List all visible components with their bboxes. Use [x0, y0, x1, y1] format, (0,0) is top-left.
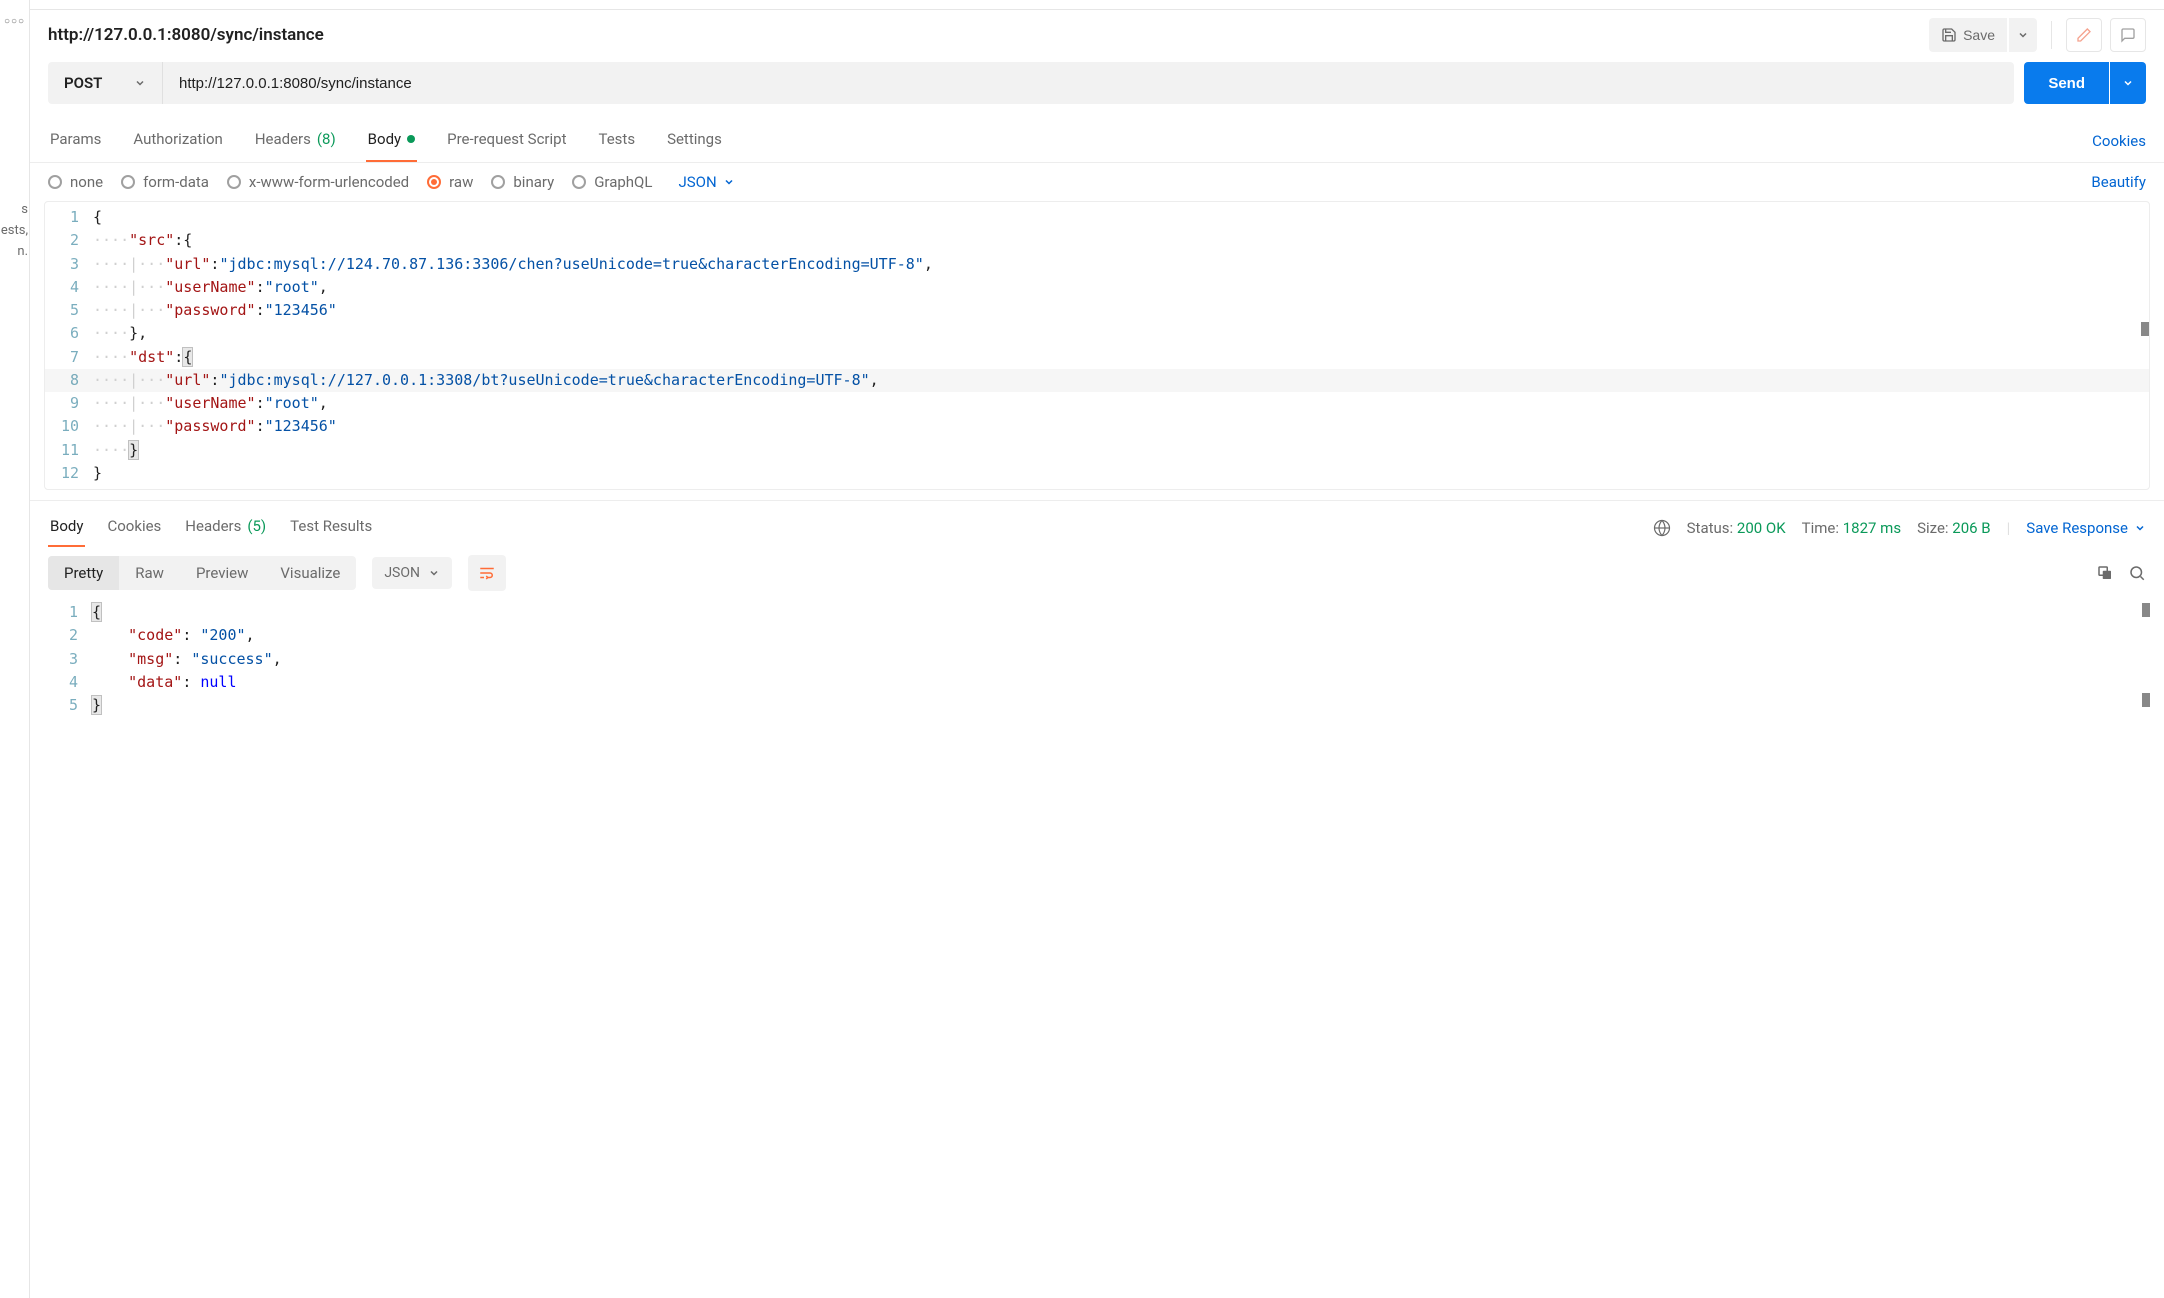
- bodytype-binary[interactable]: binary: [491, 173, 554, 191]
- headers-count: (8): [317, 130, 336, 148]
- size-label: Size: 206 B: [1917, 519, 1991, 537]
- send-dropdown[interactable]: [2110, 62, 2146, 104]
- resp-tab-body[interactable]: Body: [48, 509, 85, 547]
- save-response[interactable]: Save Response: [2026, 519, 2146, 537]
- chevron-down-icon: [2122, 77, 2134, 89]
- tab-params[interactable]: Params: [48, 120, 103, 162]
- comment-icon: [2120, 27, 2136, 43]
- cookies-link[interactable]: Cookies: [2092, 122, 2146, 160]
- body-format-select[interactable]: JSON: [678, 173, 734, 191]
- resp-tab-tests[interactable]: Test Results: [288, 509, 374, 547]
- bodytype-graphql[interactable]: GraphQL: [572, 173, 652, 191]
- tab-authorization[interactable]: Authorization: [131, 120, 224, 162]
- wrap-lines-button[interactable]: [468, 555, 506, 591]
- resp-view-pretty[interactable]: Pretty: [48, 556, 119, 590]
- search-icon[interactable]: [2128, 564, 2146, 582]
- bodytype-none[interactable]: none: [48, 173, 103, 191]
- resp-headers-count: (5): [247, 517, 266, 535]
- tab-prerequest[interactable]: Pre-request Script: [445, 120, 568, 162]
- resp-tab-cookies[interactable]: Cookies: [105, 509, 163, 547]
- chevron-down-icon: [134, 77, 146, 89]
- resp-format-select[interactable]: JSON: [372, 557, 452, 589]
- send-button[interactable]: Send: [2024, 62, 2109, 104]
- resp-view-preview[interactable]: Preview: [180, 556, 264, 590]
- time-label: Time: 1827 ms: [1802, 519, 1901, 537]
- bodytype-urlencoded[interactable]: x-www-form-urlencoded: [227, 173, 409, 191]
- save-icon: [1941, 27, 1963, 43]
- chevron-down-icon: [428, 567, 440, 579]
- request-body-editor[interactable]: 1{2····"src":{3····|···"url":"jdbc:mysql…: [44, 201, 2150, 490]
- tabstrip: [30, 0, 2164, 10]
- resp-tab-headers[interactable]: Headers (5): [183, 509, 268, 547]
- response-body-viewer[interactable]: 1{2 "code": "200",3 "msg": "success",4 "…: [44, 597, 2150, 721]
- tab-body[interactable]: Body: [366, 120, 417, 162]
- left-rail: ○○○: [0, 0, 30, 1298]
- edit-icon-button[interactable]: [2066, 18, 2102, 52]
- beautify-link[interactable]: Beautify: [2091, 173, 2146, 191]
- save-button-group: Save: [1929, 18, 2037, 52]
- request-title: http://127.0.0.1:8080/sync/instance: [48, 21, 1921, 49]
- url-input[interactable]: [163, 62, 2014, 104]
- resp-view-segment: Pretty Raw Preview Visualize: [48, 556, 356, 590]
- wrap-icon: [478, 564, 496, 582]
- globe-icon[interactable]: [1653, 519, 1671, 537]
- tab-tests[interactable]: Tests: [596, 120, 637, 162]
- overflow-menu-icon[interactable]: ○○○: [0, 10, 31, 33]
- resp-view-raw[interactable]: Raw: [119, 556, 180, 590]
- pencil-icon: [2076, 27, 2092, 43]
- body-modified-indicator: [407, 135, 415, 143]
- method-select[interactable]: POST: [48, 62, 163, 104]
- save-button[interactable]: Save: [1929, 18, 2007, 52]
- resp-view-visualize[interactable]: Visualize: [264, 556, 356, 590]
- bodytype-formdata[interactable]: form-data: [121, 173, 209, 191]
- status-label: Status: 200 OK: [1687, 519, 1786, 537]
- chevron-down-icon: [2134, 522, 2146, 534]
- copy-icon[interactable]: [2096, 564, 2114, 582]
- chevron-down-icon: [2017, 29, 2029, 41]
- comment-icon-button[interactable]: [2110, 18, 2146, 52]
- divider: [2051, 21, 2052, 49]
- bodytype-raw[interactable]: raw: [427, 173, 473, 191]
- chevron-down-icon: [723, 176, 735, 188]
- tab-headers[interactable]: Headers (8): [253, 120, 338, 162]
- tab-settings[interactable]: Settings: [665, 120, 724, 162]
- save-dropdown[interactable]: [2009, 18, 2037, 52]
